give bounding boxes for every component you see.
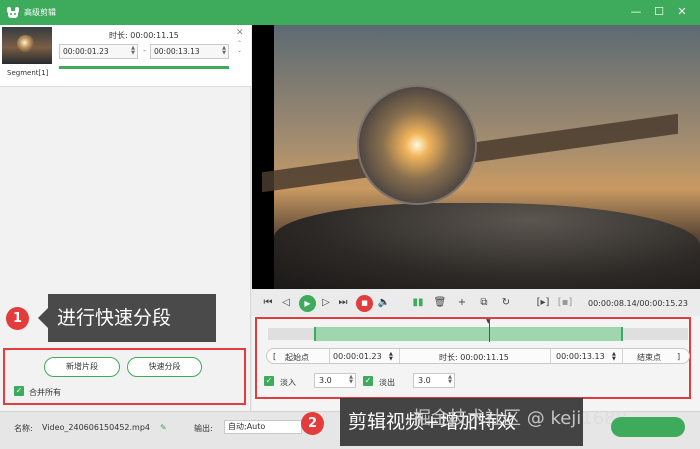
segment-label: Segment[1] (7, 69, 49, 77)
minimize-icon[interactable]: — (629, 5, 643, 19)
watermark: 掘金技术社区 @ keji1688 (413, 408, 628, 429)
step-one-callout: 进行快速分段 (38, 294, 216, 342)
merge-all-checkbox[interactable]: ✓ (14, 386, 24, 396)
maximize-icon[interactable]: ☐ (652, 5, 666, 19)
file-name: Video_240606150452.mp4 (42, 423, 150, 432)
divider (622, 349, 623, 363)
reorder-icon[interactable]: ⌃ ⌄ (237, 40, 242, 54)
fade-out-value: 3.0 (418, 376, 431, 385)
confirm-button[interactable] (611, 417, 685, 437)
remove-segment-icon[interactable]: ✕ (236, 28, 244, 38)
playhead-marker-icon: ▼ (486, 318, 491, 325)
quick-split-button[interactable]: 快速分段 (127, 357, 202, 377)
time-separator: - (143, 46, 146, 55)
frame-forward-icon[interactable]: ▷ (318, 295, 334, 311)
step-two-badge: 2 (301, 412, 324, 435)
divider (329, 349, 330, 363)
fade-out-input[interactable]: 3.0 ▲ ▼ (413, 373, 455, 388)
reset-icon[interactable]: ↻ (498, 295, 514, 311)
play-button[interactable]: ▶ (299, 295, 316, 312)
stop-button[interactable]: ■ (356, 295, 373, 312)
video-rock (274, 203, 700, 289)
volume-icon[interactable]: 🔈 (376, 295, 392, 311)
fade-in-input[interactable]: 3.0 ▲ ▼ (314, 373, 356, 388)
player-controls: ⏮ ◁ ▶ ▷ ⏭ ■ 🔈 ▮▮ 🗑 + ⧉ ↻ [▸] [▪] 00:00:0… (252, 290, 700, 316)
new-segment-button[interactable]: 新增片段 (44, 357, 120, 377)
stepper-icon[interactable]: ▲ ▼ (448, 375, 452, 385)
end-time-input[interactable]: 00:00:13.13 (556, 352, 605, 361)
output-label: 输出: (194, 424, 213, 433)
trim-fields-row: [ 起始点 00:00:01.23 ▲ ▼ 时长: 00:00:11.15 00:… (266, 348, 690, 364)
delete-icon[interactable]: 🗑 (432, 295, 448, 311)
divider (550, 349, 551, 363)
merge-all-label: 合并所有 (29, 388, 61, 397)
video-crystal-ball (357, 85, 477, 205)
segment-card[interactable]: Segment[1] 时长: 00:00:11.15 00:00:01.23 ▲… (0, 25, 251, 87)
timeline-selection[interactable] (314, 327, 623, 341)
end-point-button[interactable]: 结束点 (637, 352, 661, 363)
mark-in-icon[interactable]: [▸] (535, 295, 551, 311)
fade-in-value: 3.0 (319, 376, 332, 385)
split-icon[interactable]: ▮▮ (410, 295, 426, 311)
segment-duration: 时长: 00:00:11.15 (109, 31, 179, 40)
frame-back-icon[interactable]: ◁ (278, 295, 294, 311)
segment-thumbnail (2, 27, 52, 64)
step-one-badge: 1 (6, 307, 29, 330)
segment-end-value: 00:00:13.13 (154, 47, 200, 56)
edit-panel: ▼ [ 起始点 00:00:01.23 ▲ ▼ 时长: 00:00:11.15 0… (252, 316, 700, 411)
segment-start-input[interactable]: 00:00:01.23 ▲ ▼ (59, 44, 138, 59)
add-icon[interactable]: + (454, 295, 470, 311)
output-select[interactable]: 自动;Auto (224, 420, 302, 434)
stepper-icon[interactable]: ▲ ▼ (131, 46, 135, 56)
close-icon[interactable]: ✕ (675, 5, 689, 19)
window-title: 高级剪辑 (24, 8, 56, 17)
fade-in-checkbox[interactable]: ✓ (264, 376, 274, 386)
start-point-button[interactable]: 起始点 (285, 352, 309, 363)
skip-to-end-icon[interactable]: ⏭ (335, 295, 351, 311)
start-time-input[interactable]: 00:00:01.23 (333, 352, 382, 361)
mark-out-icon[interactable]: [▪] (557, 295, 573, 311)
stepper-icon[interactable]: ▲ ▼ (612, 352, 616, 362)
segment-end-input[interactable]: 00:00:13.13 ▲ ▼ (150, 44, 229, 59)
fade-out-checkbox[interactable]: ✓ (363, 376, 373, 386)
skip-to-start-icon[interactable]: ⏮ (260, 295, 276, 311)
stepper-icon[interactable]: ▲ ▼ (222, 46, 226, 56)
fade-out-label: 淡出 (379, 378, 395, 387)
segment-progress-track (59, 66, 229, 69)
stepper-icon[interactable]: ▲ ▼ (389, 352, 393, 362)
name-label: 名称: (14, 424, 33, 433)
video-preview[interactable] (252, 25, 700, 289)
start-bracket-icon: [ (273, 352, 277, 361)
stepper-icon[interactable]: ▲ ▼ (349, 375, 353, 385)
app-logo-icon (7, 7, 19, 18)
end-bracket-icon: ] (677, 352, 681, 361)
time-readout: 00:00:08.14/00:00:15.23 (588, 299, 688, 308)
output-value: 自动;Auto (228, 422, 266, 431)
segment-start-value: 00:00:01.23 (63, 47, 109, 56)
copy-icon[interactable]: ⧉ (476, 295, 492, 311)
rename-pencil-icon[interactable]: ✎ (160, 423, 167, 432)
edit-duration: 时长: 00:00:11.15 (439, 353, 509, 362)
divider (399, 349, 400, 363)
fade-in-label: 淡入 (280, 378, 296, 387)
title-bar: 高级剪辑 — ☐ ✕ (0, 0, 700, 25)
